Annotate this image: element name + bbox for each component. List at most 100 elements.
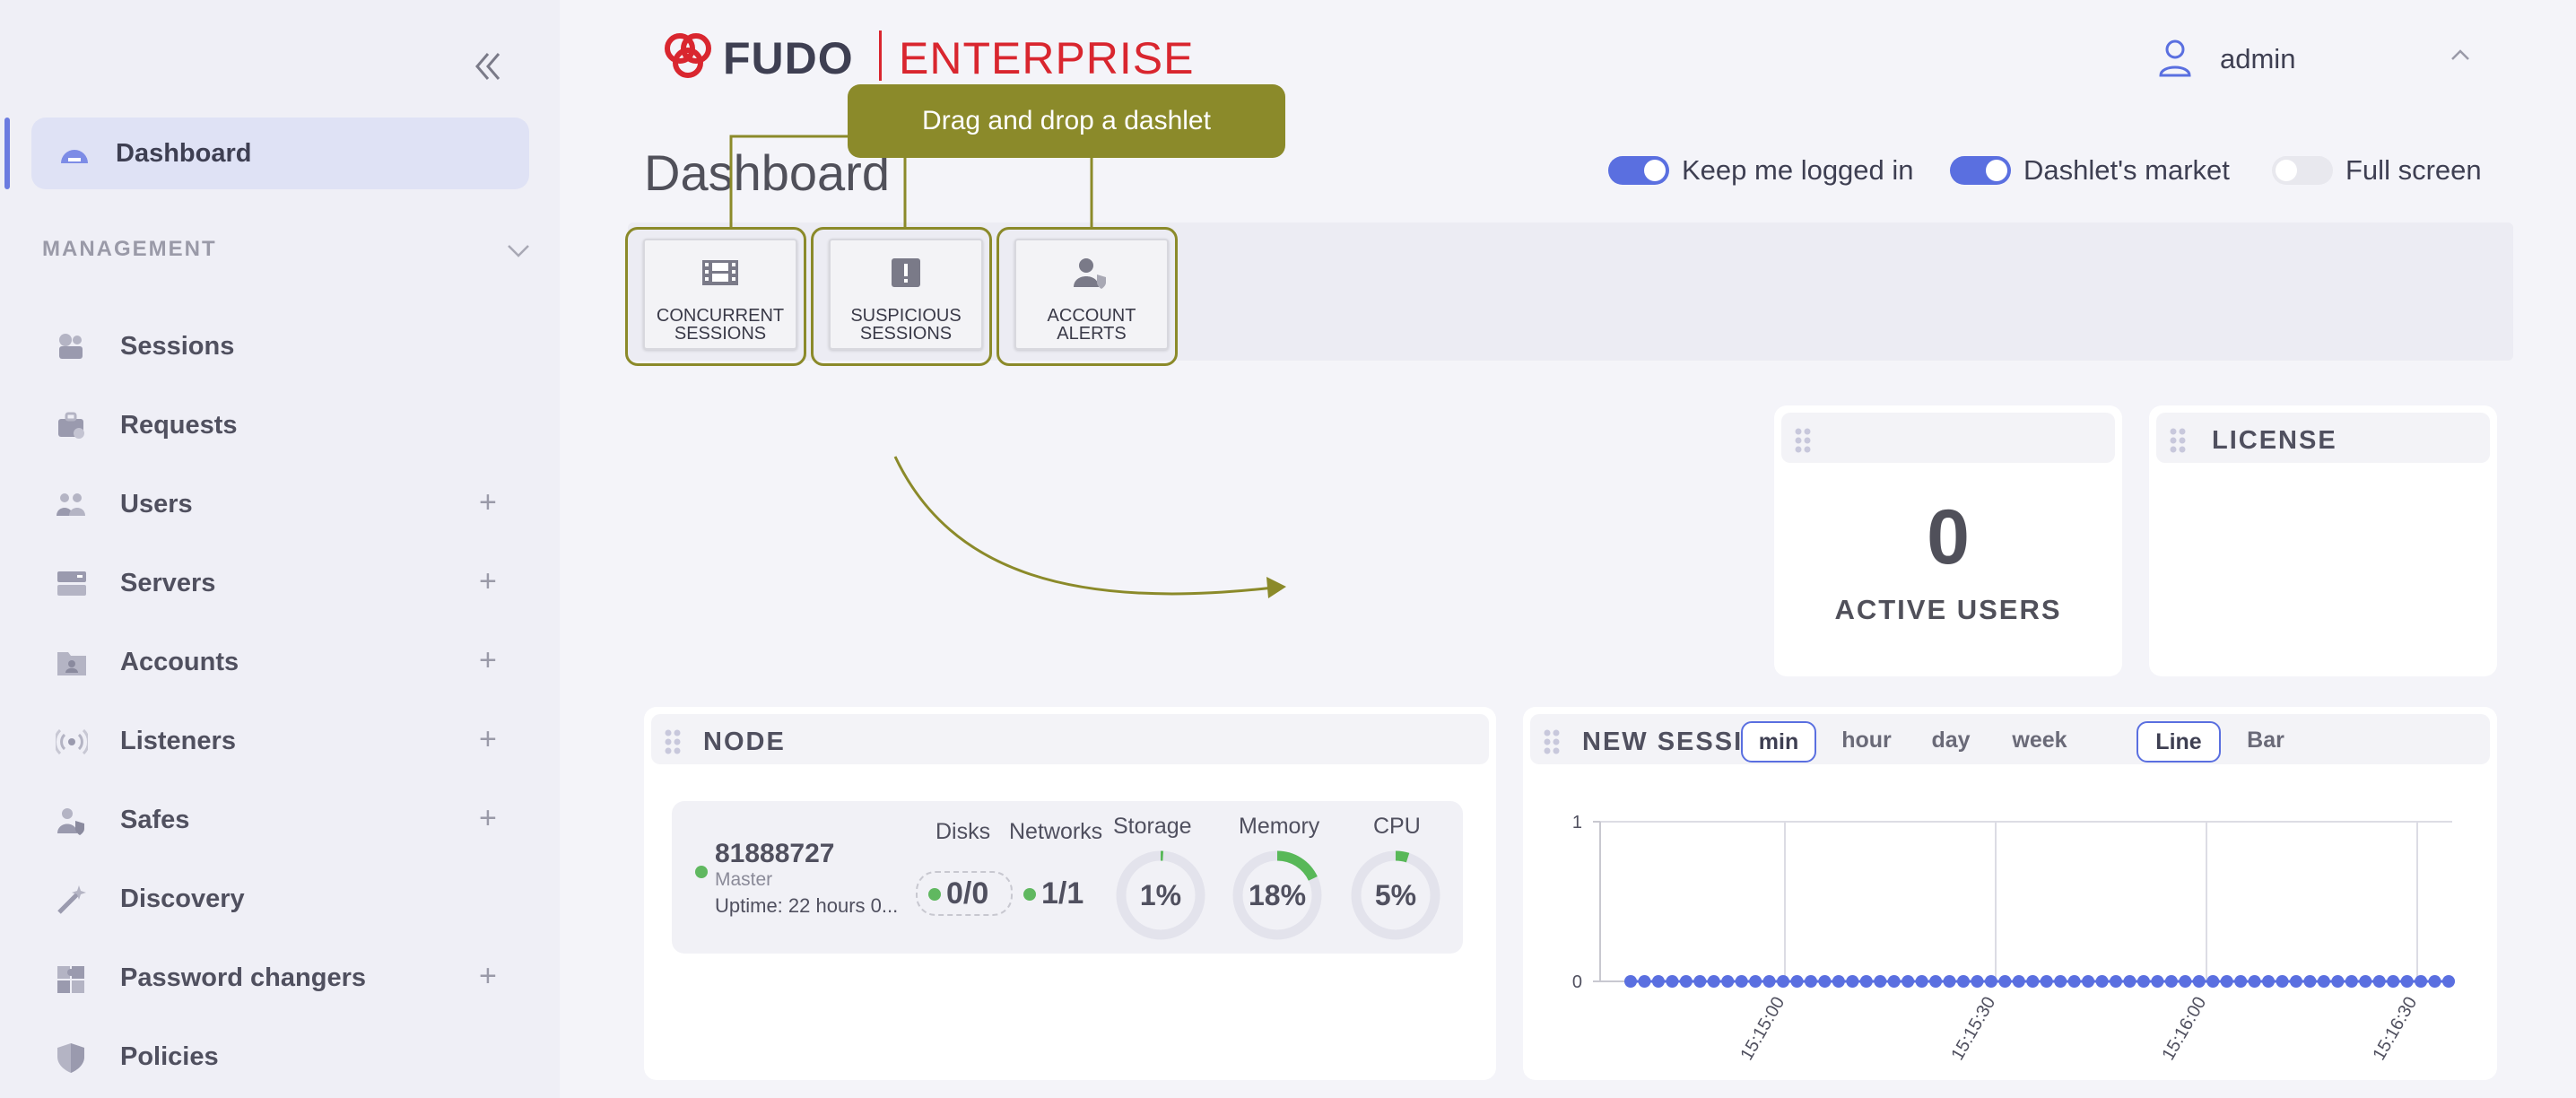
data-point bbox=[2372, 975, 2386, 988]
node-uptime: Uptime: 22 hours 0... bbox=[715, 894, 899, 917]
data-point bbox=[1902, 975, 1915, 988]
data-point bbox=[2110, 975, 2123, 988]
drag-handle-icon bbox=[2170, 428, 2186, 453]
data-point bbox=[2387, 975, 2400, 988]
drag-drop-tooltip: Drag and drop a dashlet bbox=[848, 84, 1285, 158]
new-sessions-card: NEW SESSIC min hour day week Line Bar 0 1 15:1… bbox=[1523, 707, 2497, 1080]
memory-gauge: 18% bbox=[1232, 850, 1322, 940]
new-sessions-chart: 0 1 15:15:00 15:15:30 15:16:00 15:16:30 bbox=[1572, 813, 2455, 1064]
memory-header: Memory bbox=[1239, 814, 1320, 839]
node-status-dot bbox=[695, 866, 708, 878]
disks-status-dot bbox=[928, 888, 941, 901]
license-card: LICENSE bbox=[2149, 405, 2497, 676]
data-point bbox=[1790, 975, 1804, 988]
data-point bbox=[2026, 975, 2040, 988]
data-point bbox=[1804, 975, 1817, 988]
data-point bbox=[2317, 975, 2330, 988]
data-point bbox=[1777, 975, 1790, 988]
data-point bbox=[1721, 975, 1735, 988]
license-title: LICENSE bbox=[2212, 426, 2337, 455]
data-point bbox=[2359, 975, 2372, 988]
data-point bbox=[1749, 975, 1762, 988]
data-point bbox=[1735, 975, 1748, 988]
data-point bbox=[1693, 975, 1707, 988]
data-point bbox=[2095, 975, 2109, 988]
data-point bbox=[1638, 975, 1651, 988]
drag-handle-icon bbox=[665, 729, 681, 754]
data-point bbox=[2331, 975, 2345, 988]
active-users-count: 0 bbox=[1927, 494, 1970, 580]
storage-header: Storage bbox=[1113, 814, 1192, 839]
active-users-card: 0 ACTIVE USERS bbox=[1774, 405, 2122, 676]
data-point bbox=[1818, 975, 1832, 988]
data-point bbox=[2164, 975, 2178, 988]
data-point bbox=[2428, 975, 2441, 988]
drag-handle-icon bbox=[1795, 428, 1811, 453]
data-point bbox=[2206, 975, 2220, 988]
disks-value: 0/0 bbox=[946, 876, 989, 911]
active-users-label: ACTIVE USERS bbox=[1834, 594, 2062, 625]
data-point bbox=[2151, 975, 2164, 988]
cpu-header: CPU bbox=[1373, 814, 1421, 839]
card-header: LICENSE bbox=[2156, 413, 2490, 463]
node-card: NODE 81888727 Master Uptime: 22 hours 0.… bbox=[644, 707, 1496, 1080]
data-point bbox=[1679, 975, 1693, 988]
data-point bbox=[1915, 975, 1928, 988]
disks-header: Disks bbox=[936, 819, 991, 844]
data-point bbox=[2400, 975, 2414, 988]
storage-value: 1% bbox=[1140, 879, 1181, 911]
x-tick-label: 15:15:00 bbox=[1736, 994, 1788, 1064]
data-point bbox=[2192, 975, 2206, 988]
data-point bbox=[1707, 975, 1720, 988]
node-title: NODE bbox=[703, 728, 786, 756]
data-point bbox=[1651, 975, 1665, 988]
node-summary[interactable]: 81888727 Master Uptime: 22 hours 0... Di… bbox=[672, 801, 1463, 954]
cpu-value: 5% bbox=[1375, 879, 1416, 911]
node-id: 81888727 bbox=[715, 839, 835, 868]
data-point bbox=[1984, 975, 1997, 988]
data-point bbox=[2248, 975, 2261, 988]
data-point bbox=[2303, 975, 2317, 988]
data-point bbox=[2262, 975, 2276, 988]
x-tick-label: 15:15:30 bbox=[1947, 994, 1999, 1064]
data-point bbox=[1859, 975, 1873, 988]
x-tick-label: 15:16:00 bbox=[2158, 994, 2210, 1064]
cpu-gauge: 5% bbox=[1351, 850, 1440, 940]
memory-value: 18% bbox=[1249, 879, 1306, 911]
networks-value: 1/1 bbox=[1041, 876, 1084, 911]
data-point bbox=[2345, 975, 2358, 988]
data-point bbox=[2123, 975, 2137, 988]
data-point bbox=[1846, 975, 1859, 988]
y-tick-label: 0 bbox=[1572, 972, 1582, 992]
data-point bbox=[1874, 975, 1887, 988]
card-header: NODE bbox=[651, 714, 1489, 764]
data-point bbox=[1624, 975, 1637, 988]
data-point bbox=[1666, 975, 1679, 988]
data-point bbox=[2442, 975, 2455, 988]
data-point bbox=[1887, 975, 1901, 988]
data-point bbox=[2220, 975, 2233, 988]
data-point bbox=[1943, 975, 1956, 988]
networks-header: Networks bbox=[1009, 819, 1103, 844]
data-point bbox=[1832, 975, 1845, 988]
data-point bbox=[1929, 975, 1943, 988]
data-point bbox=[2082, 975, 2095, 988]
data-point bbox=[1762, 975, 1776, 988]
data-point bbox=[1998, 975, 2012, 988]
data-point bbox=[2067, 975, 2081, 988]
data-point bbox=[2137, 975, 2150, 988]
card-header bbox=[1781, 413, 2115, 463]
storage-gauge: 1% bbox=[1116, 850, 1205, 940]
x-tick-label: 15:16:30 bbox=[2369, 994, 2421, 1064]
data-point bbox=[2179, 975, 2192, 988]
data-point bbox=[2289, 975, 2302, 988]
data-point bbox=[1956, 975, 1970, 988]
data-point bbox=[2276, 975, 2289, 988]
data-point bbox=[2234, 975, 2248, 988]
networks-status-dot bbox=[1023, 888, 1036, 901]
data-point bbox=[2012, 975, 2025, 988]
data-point bbox=[2054, 975, 2067, 988]
data-point bbox=[2415, 975, 2428, 988]
arrow-head-icon bbox=[1266, 577, 1286, 598]
data-point bbox=[2040, 975, 2053, 988]
